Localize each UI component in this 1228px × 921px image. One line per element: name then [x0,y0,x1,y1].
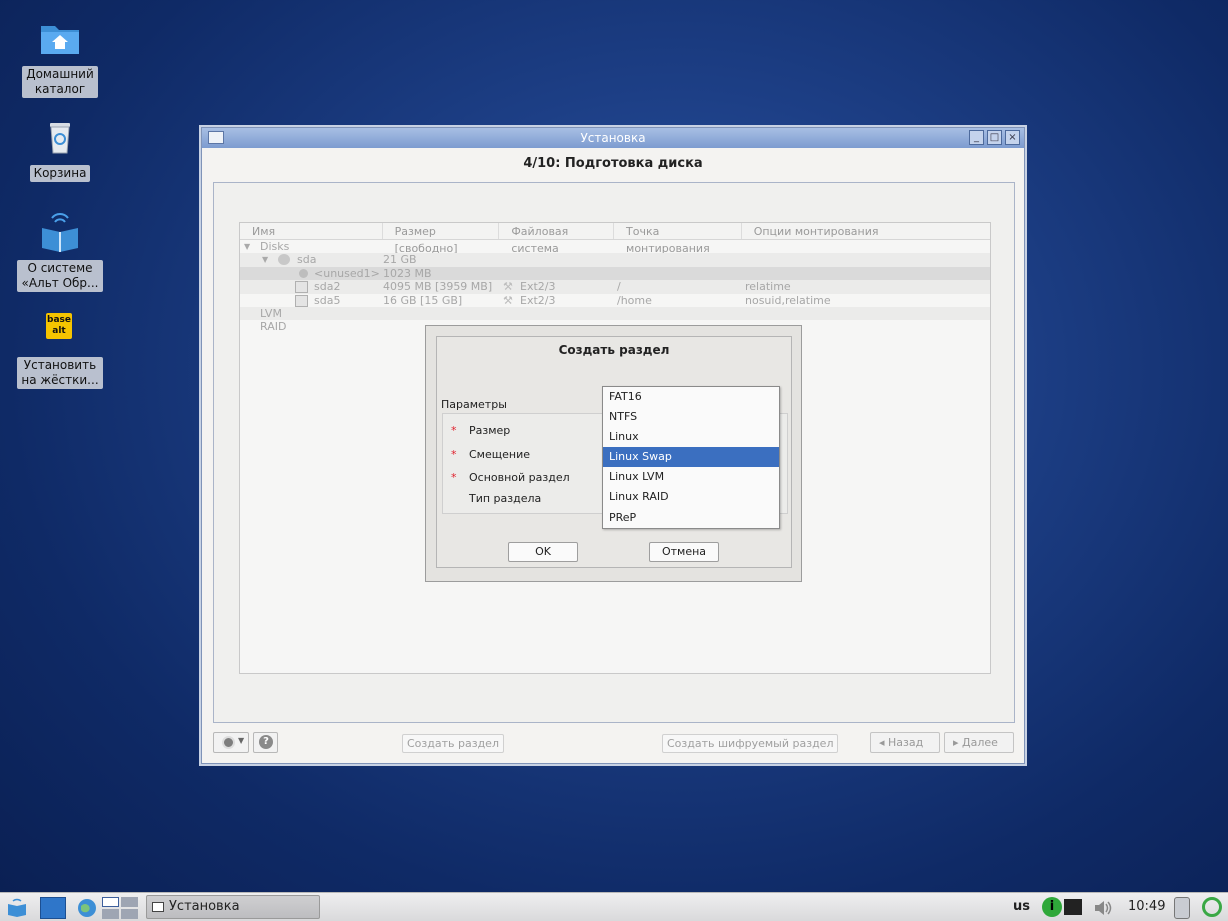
close-button[interactable]: × [1005,130,1020,145]
help-icon: ? [259,735,273,749]
taskbar: Установка us i 10:49 [0,892,1228,921]
filesystem-icon: ⚒ [503,293,513,307]
tree-row-lvm[interactable]: LVM [240,306,990,321]
tree-header: Имя Размер [свободно] Файловая система Т… [240,223,990,255]
taskbar-item-installer[interactable]: Установка [146,895,320,919]
next-button[interactable]: ▸ Далее [944,732,1014,753]
column-mountpoint[interactable]: Точка монтирования [614,223,742,255]
show-desktop-icon[interactable] [40,897,66,919]
desktop-icon-trash[interactable]: Корзина [15,117,105,182]
dropdown-option-linux-swap[interactable]: Linux Swap [603,447,779,468]
tree-row-disks[interactable]: ▼ Disks [240,240,990,253]
tree-row-sda2[interactable]: sda2 4095 MB [3959 MB] ⚒ Ext2/3 / relati… [240,280,990,294]
installer-logo: base alt [46,313,72,339]
step-title: 4/10: Подготовка диска [523,156,703,171]
param-offset: * Смещение [451,448,530,461]
param-size: * Размер [451,424,511,437]
dropdown-option-prep[interactable]: PReP [603,508,779,528]
volume-icon[interactable] [1092,897,1114,919]
maximize-button[interactable]: □ [987,130,1002,145]
create-encrypted-partition-button[interactable]: Создать шифруемый раздел [662,734,839,753]
book-icon [38,212,82,256]
back-button[interactable]: ◂ Назад [870,732,940,753]
desktop-icon-home[interactable]: Домашний каталог [15,18,105,98]
desktop-icon-installer[interactable]: base alt Установить на жёстки... [15,309,105,389]
trash-icon [38,117,82,161]
ok-button[interactable]: OK [508,542,578,562]
desktop-icon-label: Установить на жёстки... [17,357,103,389]
cancel-button[interactable]: Отмена [649,542,719,562]
minimize-button[interactable]: _ [969,130,984,145]
menu-button[interactable]: ▼ [213,732,249,753]
dropdown-option-ntfs[interactable]: NTFS [603,407,779,427]
dropdown-option-linux-raid[interactable]: Linux RAID [603,487,779,507]
home-folder-icon [38,18,82,62]
filesystem-icon: ⚒ [503,280,513,294]
help-button[interactable]: ? [253,732,278,753]
keyboard-layout-indicator[interactable]: us [1013,899,1030,914]
partition-icon [295,294,308,307]
clock[interactable]: 10:49 [1128,899,1165,914]
start-menu-icon[interactable] [6,897,28,919]
params-label: Параметры [441,398,507,411]
dialog-title: Создать раздел [558,343,670,357]
gear-icon [222,736,235,749]
logout-icon[interactable] [1202,897,1222,917]
create-partition-button[interactable]: Создать раздел [402,734,504,753]
installer-icon: base alt [38,309,82,353]
expand-arrow-icon[interactable]: ▼ [244,240,250,253]
disk-icon [278,254,290,266]
partition-icon [295,281,308,294]
network-icon[interactable] [1064,899,1082,915]
dropdown-option-linux-lvm[interactable]: Linux LVM [603,467,779,487]
dropdown-option-linux[interactable]: Linux [603,427,779,447]
chevron-down-icon: ▼ [238,736,245,745]
column-filesystem[interactable]: Файловая система [499,223,615,255]
tree-row-unused1[interactable]: <unused1> 1023 MB [240,266,990,281]
info-icon[interactable]: i [1042,897,1062,917]
window-icon [208,131,224,144]
window-icon [152,902,164,912]
desktop-icon-label: О системе «Альт Обр... [17,260,103,292]
desktop-icon-label: Домашний каталог [22,66,98,98]
desktop-icon-about[interactable]: О системе «Альт Обр... [15,212,105,292]
partition-type-dropdown[interactable]: FAT16 NTFS Linux Linux Swap Linux LVM Li… [602,386,780,529]
window-title: Установка [580,131,646,145]
browser-icon[interactable] [76,897,98,919]
param-primary: * Основной раздел [451,471,570,484]
tree-row-sda[interactable]: ▼ sda 21 GB [240,253,990,267]
battery-icon[interactable] [1174,897,1190,919]
free-space-icon [299,268,308,278]
desktop-icon-label: Корзина [29,165,91,182]
column-size[interactable]: Размер [свободно] [383,223,500,255]
window-titlebar[interactable]: Установка _ □ × [202,128,1024,148]
expand-arrow-icon[interactable]: ▼ [262,253,268,266]
tree-row-sda5[interactable]: sda5 16 GB [15 GB] ⚒ Ext2/3 /home nosuid… [240,294,990,307]
dropdown-option-fat16[interactable]: FAT16 [603,387,779,407]
column-name[interactable]: Имя [240,223,383,239]
param-type: Тип раздела [469,492,542,505]
workspace-switcher[interactable] [102,897,138,919]
column-mount-options[interactable]: Опции монтирования [742,223,990,239]
